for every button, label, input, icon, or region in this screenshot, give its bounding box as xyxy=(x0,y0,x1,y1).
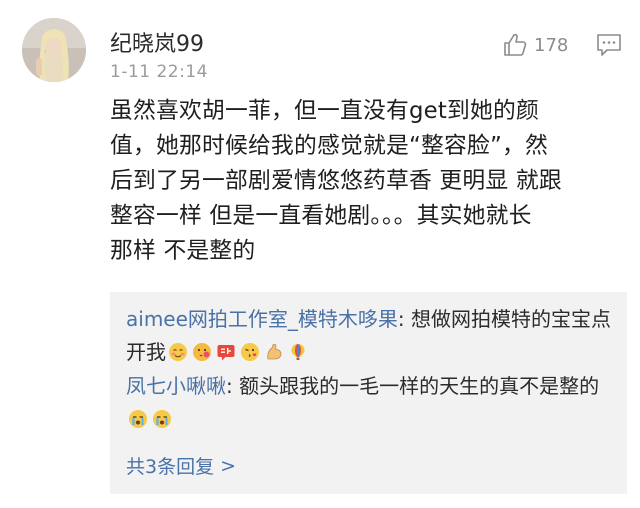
reply-item: 凤七小啾啾: 额头跟我的一毛一样的天生的真不是整的 xyxy=(126,370,618,436)
comment-timestamp: 1-11 22:14 xyxy=(110,62,208,82)
kiss-emoji xyxy=(241,343,259,361)
reply-emojis xyxy=(168,342,308,362)
reply-separator: : xyxy=(397,307,412,331)
thumbs-up-icon xyxy=(504,33,527,56)
balloon-emoji xyxy=(291,344,305,360)
avatar[interactable] xyxy=(22,18,86,82)
reply-author[interactable]: 凤七小啾啾 xyxy=(126,374,226,398)
reply-text: 额头跟我的一毛一样的天生的真不是整的 xyxy=(239,374,600,398)
reply-emojis xyxy=(128,409,172,429)
reply-button[interactable] xyxy=(595,32,623,58)
like-button[interactable]: 178 xyxy=(502,30,568,60)
chevron-right-icon: > xyxy=(220,454,237,477)
blush-emoji xyxy=(169,343,187,361)
reply-item: aimee网拍工作室_模特木哆果: 想做网拍模特的宝宝点开我 xyxy=(126,303,618,369)
reply-separator: : xyxy=(226,374,240,398)
reply-author[interactable]: aimee网拍工作室_模特木哆果 xyxy=(126,307,398,331)
more-replies-label: 共3条回复 xyxy=(126,456,215,478)
view-more-replies-link[interactable]: 共3条回复 > xyxy=(126,452,236,479)
encourage-emoji xyxy=(217,345,235,361)
replies-section: aimee网拍工作室_模特木哆果: 想做网拍模特的宝宝点开我 凤七小啾啾: 额头… xyxy=(110,292,627,494)
like-count: 178 xyxy=(534,34,569,56)
muscle-emoji xyxy=(267,344,282,360)
comment-bubble-icon xyxy=(597,34,621,56)
comment-text: 虽然喜欢胡一菲，但一直没有get到她的颜 值，她那时候给我的感觉就是“整容脸”，… xyxy=(110,98,562,264)
crying-emoji xyxy=(153,410,171,428)
username[interactable]: 纪晓岚99 xyxy=(110,26,204,58)
cheek-kiss-emoji xyxy=(193,343,211,361)
avatar-image xyxy=(22,18,86,82)
crying-emoji xyxy=(129,410,147,428)
